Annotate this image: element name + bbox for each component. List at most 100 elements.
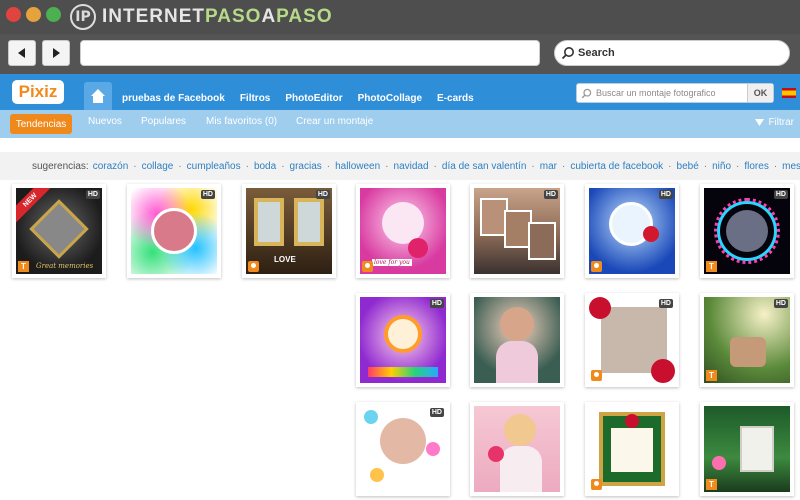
content-area: sugerencias: corazón · collage · cumpleaño… <box>0 138 800 500</box>
suggestion-tag[interactable]: niño <box>712 161 731 172</box>
template-tile[interactable] <box>470 402 564 496</box>
rose-decoration <box>589 297 611 319</box>
arrow-right-icon <box>53 48 60 58</box>
suggestion-tag[interactable]: corazón <box>93 161 129 172</box>
nav-filtros[interactable]: Filtros <box>240 93 271 104</box>
suggestion-tag[interactable]: cubierta de facebook <box>570 161 663 172</box>
tab-nuevos[interactable]: Nuevos <box>88 116 122 127</box>
template-tile[interactable]: HD <box>585 293 679 387</box>
color-powder-decoration <box>368 367 438 377</box>
template-tile[interactable] <box>470 293 564 387</box>
template-tile[interactable]: love for you <box>356 184 450 278</box>
text-template-badge: T <box>706 261 717 272</box>
text-template-badge: T <box>706 370 717 381</box>
flower-decoration <box>712 456 726 470</box>
graduation-frame <box>29 199 89 259</box>
hd-badge: HD <box>85 190 100 199</box>
separator-dot: · <box>245 160 249 172</box>
suggestion-tag[interactable]: cumpleaños <box>187 161 241 172</box>
minimize-window-button[interactable] <box>26 7 41 22</box>
suggestion-tag[interactable]: día de san valentín <box>442 161 527 172</box>
nav-photocollage[interactable]: PhotoCollage <box>358 93 422 104</box>
photo-template-badge <box>591 261 602 272</box>
photo-frame-right <box>294 198 324 246</box>
suggestion-tag[interactable]: collage <box>142 161 174 172</box>
separator-dot: · <box>531 160 535 172</box>
hd-badge: HD <box>658 299 673 308</box>
pixiz-logo[interactable]: Pixiz <box>12 80 64 104</box>
tab-mis-favoritos[interactable]: Mis favoritos (0) <box>206 116 277 127</box>
butterfly-decoration <box>426 442 440 456</box>
nav-pruebas-facebook[interactable]: pruebas de Facebook <box>122 93 225 104</box>
nav-ecards[interactable]: E-cards <box>437 93 474 104</box>
tab-populares[interactable]: Populares <box>141 116 186 127</box>
template-tile[interactable]: T <box>700 402 794 496</box>
filter-label: Filtrar <box>768 117 794 128</box>
photo-placeholder <box>151 208 197 254</box>
suggestion-tag[interactable]: halloween <box>335 161 380 172</box>
maximize-window-button[interactable] <box>46 7 61 22</box>
sub-nav: Tendencias Nuevos Populares Mis favorito… <box>0 110 800 138</box>
close-window-button[interactable] <box>6 7 21 22</box>
home-button[interactable] <box>84 82 112 110</box>
separator-dot: · <box>385 160 389 172</box>
template-tile[interactable]: HD <box>127 184 221 278</box>
template-tile[interactable]: HD <box>356 402 450 496</box>
photo-frame-left <box>254 198 284 246</box>
suggestion-tag[interactable]: flores <box>744 161 768 172</box>
triangle-down-icon <box>755 119 765 126</box>
rose-decoration <box>408 238 428 258</box>
tab-crear-montaje[interactable]: Crear un montaje <box>296 116 373 127</box>
photo-template-badge <box>362 261 373 272</box>
separator-dot: · <box>703 160 708 172</box>
template-tile[interactable]: HD <box>585 184 679 278</box>
forward-button[interactable] <box>42 40 70 66</box>
suggestion-tag[interactable]: mar <box>540 161 557 172</box>
brand-text-a: A <box>261 6 277 27</box>
brand-text-paso: PASO <box>205 6 262 27</box>
browser-search-field[interactable]: Search <box>554 40 790 66</box>
filter-button[interactable]: Filtrar <box>755 117 794 128</box>
template-tile[interactable]: LOVE HD <box>242 184 336 278</box>
template-thumbnail: HD <box>131 188 217 274</box>
brand-text-paso-2: PASO <box>276 6 333 27</box>
template-thumbnail <box>589 406 675 492</box>
search-ok-button[interactable]: OK <box>747 84 773 102</box>
template-tile[interactable] <box>585 402 679 496</box>
suggestion-tag[interactable]: boda <box>254 161 276 172</box>
suggestion-tag[interactable]: mesa <box>782 161 800 172</box>
template-caption: love for you <box>372 259 412 266</box>
template-tile[interactable]: HD <box>470 184 564 278</box>
spain-flag-icon[interactable] <box>782 88 796 98</box>
portrait-placeholder <box>500 307 534 341</box>
template-tile[interactable]: HD T <box>700 184 794 278</box>
butterfly-decoration <box>370 468 384 482</box>
separator-dot: · <box>668 160 672 172</box>
address-bar[interactable] <box>80 40 540 66</box>
site-header: Pixiz pruebas de Facebook Filtros PhotoE… <box>0 74 800 110</box>
tab-tendencias[interactable]: Tendencias <box>10 114 72 134</box>
hd-badge: HD <box>315 190 330 199</box>
template-thumbnail: LOVE HD <box>246 188 332 274</box>
hd-badge: HD <box>429 299 444 308</box>
suggestion-tag[interactable]: gracias <box>290 161 322 172</box>
back-button[interactable] <box>8 40 36 66</box>
photo-strip-3 <box>528 222 556 260</box>
site-search-input[interactable] <box>592 84 742 102</box>
suggestion-tag[interactable]: bebé <box>677 161 699 172</box>
nav-photoeditor[interactable]: PhotoEditor <box>285 93 342 104</box>
template-thumbnail: HD T <box>704 297 790 383</box>
template-tile[interactable]: HD T <box>700 293 794 387</box>
template-tile[interactable]: NEW HD Great memories T <box>12 184 106 278</box>
hd-badge: HD <box>200 190 215 199</box>
photo-placeholder <box>384 315 422 353</box>
hd-badge: HD <box>773 299 788 308</box>
template-tile[interactable]: HD <box>356 293 450 387</box>
separator-dot: · <box>281 160 285 172</box>
search-icon <box>581 88 592 98</box>
photo-placeholder <box>740 426 774 472</box>
suggestion-tag[interactable]: navidad <box>394 161 429 172</box>
template-thumbnail: HD <box>360 406 446 492</box>
template-thumbnail: T <box>704 406 790 492</box>
brand-text-internet: INTERNET <box>102 6 205 27</box>
